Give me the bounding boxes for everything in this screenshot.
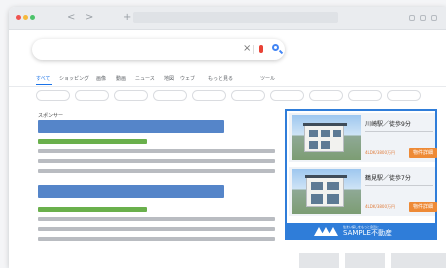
tab-images[interactable]: 画像 [96, 75, 106, 83]
tab-videos[interactable]: 動画 [116, 75, 126, 83]
active-tab-indicator [36, 84, 52, 85]
tab-shopping[interactable]: ショッピング [59, 75, 89, 83]
building-image [305, 175, 347, 207]
result-title[interactable] [38, 120, 224, 133]
result-url[interactable] [38, 207, 147, 212]
details-button[interactable]: 物件詳細 [409, 202, 437, 212]
filter-chip[interactable] [114, 90, 148, 101]
result-snippet [38, 149, 275, 153]
tab-more[interactable]: もっと見る [208, 75, 233, 83]
result-snippet [38, 227, 275, 231]
property-photo[interactable] [292, 115, 361, 160]
result-url[interactable] [38, 139, 147, 144]
tab-news[interactable]: ニュース [135, 75, 155, 83]
plus-icon[interactable]: + [123, 11, 131, 25]
listing-station: 鶴見駅／徒歩7分 [365, 175, 411, 182]
tab-web[interactable]: ウェブ [180, 75, 195, 83]
listing-divider [365, 185, 433, 186]
browser-titlebar: < > + [9, 7, 446, 30]
tab-tools[interactable]: ツール [260, 75, 275, 83]
filter-chip[interactable] [75, 90, 109, 101]
listing-divider [365, 131, 433, 132]
listing-station: 川崎駅／徒歩9分 [365, 121, 411, 128]
result-snippet [38, 169, 275, 173]
search-icon[interactable] [272, 44, 279, 51]
result-title[interactable] [38, 185, 224, 198]
minimize-window-button[interactable] [23, 15, 28, 20]
result-snippet [38, 217, 275, 221]
tab-maps[interactable]: 地図 [164, 75, 174, 83]
filter-chip[interactable] [309, 90, 343, 101]
address-bar[interactable] [133, 12, 338, 23]
close-window-button[interactable] [16, 15, 21, 20]
result-snippet [38, 237, 275, 241]
chevron-right-icon[interactable]: > [85, 11, 93, 25]
filter-chip[interactable] [192, 90, 226, 101]
details-button[interactable]: 物件詳細 [409, 148, 437, 158]
filter-chip[interactable] [153, 90, 187, 101]
filter-chip[interactable] [348, 90, 382, 101]
extension-icon[interactable] [409, 15, 415, 21]
filter-chip[interactable] [231, 90, 265, 101]
property-photo[interactable] [292, 169, 361, 214]
footer-block [345, 253, 385, 268]
listing-card[interactable]: 川崎駅／徒歩9分 4LDK/3800万円 物件詳細 [289, 113, 437, 162]
footer-block [299, 253, 339, 268]
bookmark-icon[interactable] [420, 15, 426, 21]
filter-chip[interactable] [387, 90, 421, 101]
building-image [303, 123, 347, 152]
maximize-window-button[interactable] [30, 15, 35, 20]
footer-block [391, 253, 446, 268]
sponsored-label: スポンサー [38, 113, 64, 119]
chevron-left-icon[interactable]: < [67, 11, 75, 25]
menu-icon[interactable] [431, 15, 437, 21]
search-input[interactable]: × [32, 39, 285, 60]
company-logo-icon [314, 227, 338, 236]
ad-footer[interactable]: 住まい探しをもっと身近に SAMPLE不動産 [287, 223, 435, 240]
result-snippet [38, 159, 275, 163]
tab-all[interactable]: すべて [36, 75, 50, 83]
listing-price: 4LDK/3800万円 [365, 204, 396, 209]
filter-chip[interactable] [36, 90, 70, 101]
real-estate-ad[interactable]: 川崎駅／徒歩9分 4LDK/3800万円 物件詳細 鶴見駅／徒歩7分 4LDK/… [285, 109, 437, 240]
clear-icon[interactable]: × [243, 43, 251, 55]
listing-price: 4LDK/3800万円 [365, 150, 396, 155]
search-divider [253, 45, 254, 54]
listing-card[interactable]: 鶴見駅／徒歩7分 4LDK/3800万円 物件詳細 [289, 167, 437, 216]
tabs-divider [9, 86, 446, 87]
mic-icon[interactable] [259, 45, 263, 53]
filter-chip[interactable] [270, 90, 304, 101]
company-name: SAMPLE不動産 [343, 229, 392, 237]
